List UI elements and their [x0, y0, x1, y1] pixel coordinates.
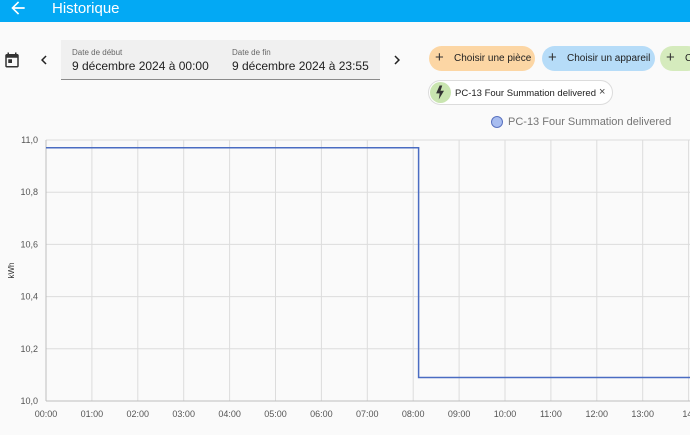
next-day-icon[interactable]	[388, 51, 406, 69]
plus-icon: +	[666, 49, 675, 66]
y-tick-label: 10,2	[20, 344, 38, 354]
y-tick-label: 10,6	[20, 239, 38, 249]
app-header: Historique	[0, 0, 690, 22]
start-date-label: Date de début	[72, 48, 123, 57]
x-tick-label: 00:00	[35, 409, 58, 419]
entity-chip[interactable]: PC-13 Four Summation delivered ×	[428, 80, 613, 105]
x-tick-label: 13:00	[631, 409, 654, 419]
start-date-field[interactable]: Date de début 9 décembre 2024 à 00:00	[61, 40, 221, 80]
x-tick-label: 07:00	[356, 409, 379, 419]
end-date-label: Date de fin	[232, 48, 271, 57]
x-tick-label: 06:00	[310, 409, 333, 419]
choose-device-label: Choisir un appareil	[567, 53, 651, 64]
x-tick-label: 05:00	[264, 409, 287, 419]
choose-entity-label: C	[685, 53, 690, 64]
x-tick-label: 08:00	[402, 409, 425, 419]
series-line	[46, 147, 690, 379]
x-tick-label: 12:00	[586, 409, 609, 419]
remove-entity-icon[interactable]: ×	[599, 86, 605, 98]
entity-chip-label: PC-13 Four Summation delivered	[455, 88, 596, 99]
x-tick-label: 01:00	[81, 409, 104, 419]
history-chart[interactable]: 11,0 10,8 10,6 10,4 10,2 10,0 00:00 01:00 02:00 0…	[0, 125, 690, 435]
x-tick-label: 04:00	[218, 409, 241, 419]
plus-icon: +	[548, 49, 557, 66]
end-date-value: 9 décembre 2024 à 23:55	[232, 59, 369, 73]
end-date-field[interactable]: Date de fin 9 décembre 2024 à 23:55	[221, 40, 380, 80]
y-tick-label: 10,8	[20, 187, 38, 197]
choose-area-button[interactable]: + Choisir une pièce	[429, 46, 535, 71]
x-tick-label: 09:00	[448, 409, 471, 419]
x-tick-label: 14:	[682, 409, 690, 419]
plus-icon: +	[435, 49, 444, 66]
arrow-left-icon[interactable]	[8, 0, 28, 18]
flash-icon	[430, 82, 451, 103]
y-axis-title: kWh	[7, 263, 16, 279]
y-tick-label: 10,0	[20, 396, 38, 406]
choose-device-button[interactable]: + Choisir un appareil	[542, 46, 655, 71]
x-tick-label: 11:00	[540, 409, 562, 419]
previous-day-icon[interactable]	[35, 51, 53, 69]
calendar-icon[interactable]	[3, 51, 21, 69]
y-tick-label: 11,0	[21, 135, 38, 145]
choose-area-label: Choisir une pièce	[454, 53, 532, 64]
x-tick-label: 02:00	[127, 409, 150, 419]
choose-entity-button[interactable]: + C	[660, 46, 690, 71]
page-title: Historique	[52, 0, 120, 17]
start-date-value: 9 décembre 2024 à 00:00	[72, 59, 209, 73]
x-tick-label: 03:00	[172, 409, 195, 419]
y-tick-label: 10,4	[20, 292, 38, 302]
x-tick-label: 10:00	[494, 409, 517, 419]
